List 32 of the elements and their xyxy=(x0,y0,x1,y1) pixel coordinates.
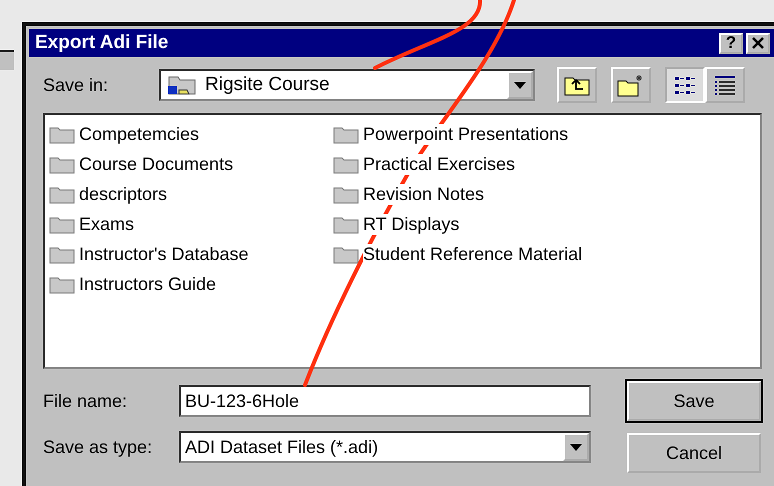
caret-icon xyxy=(514,82,526,88)
save-button[interactable]: Save xyxy=(627,381,761,421)
dropdown-button[interactable] xyxy=(507,71,533,99)
details-view-icon xyxy=(713,74,737,96)
close-button[interactable] xyxy=(746,32,770,54)
save-as-type-value: ADI Dataset Files (*.adi) xyxy=(185,436,378,458)
save-as-type-label: Save as type: xyxy=(43,436,154,458)
file-name-label: File name: xyxy=(43,390,128,412)
up-folder-button[interactable] xyxy=(557,67,597,103)
help-button[interactable]: ? xyxy=(719,32,743,54)
cancel-button[interactable]: Cancel xyxy=(627,433,761,473)
folder-name[interactable]: Revision Notes xyxy=(363,184,484,204)
save-as-type-dropdown[interactable]: ADI Dataset Files (*.adi) xyxy=(179,431,591,463)
details-view-button[interactable] xyxy=(705,67,745,103)
folder-name[interactable]: Powerpoint Presentations xyxy=(363,124,568,144)
new-folder-icon xyxy=(617,73,645,97)
save-in-value: Rigsite Course xyxy=(205,74,330,96)
save-in-dropdown[interactable]: Rigsite Course xyxy=(159,69,535,101)
save-in-label: Save in: xyxy=(43,74,110,96)
background-window xyxy=(0,50,14,70)
folder-icon xyxy=(167,74,197,96)
new-folder-button[interactable] xyxy=(611,67,651,103)
list-view-button[interactable] xyxy=(665,67,705,103)
close-icon xyxy=(751,36,765,50)
folder-name[interactable]: RT Displays xyxy=(363,214,460,234)
folder-name[interactable]: Student Reference Material xyxy=(363,244,582,264)
folder-name[interactable]: Practical Exercises xyxy=(363,154,516,174)
window-title: Export Adi File xyxy=(35,32,168,54)
file-name-field[interactable]: BU-123-6Hole xyxy=(179,385,591,417)
list-view-icon xyxy=(673,74,697,96)
dropdown-button[interactable] xyxy=(563,433,589,461)
caret-icon xyxy=(570,444,582,450)
